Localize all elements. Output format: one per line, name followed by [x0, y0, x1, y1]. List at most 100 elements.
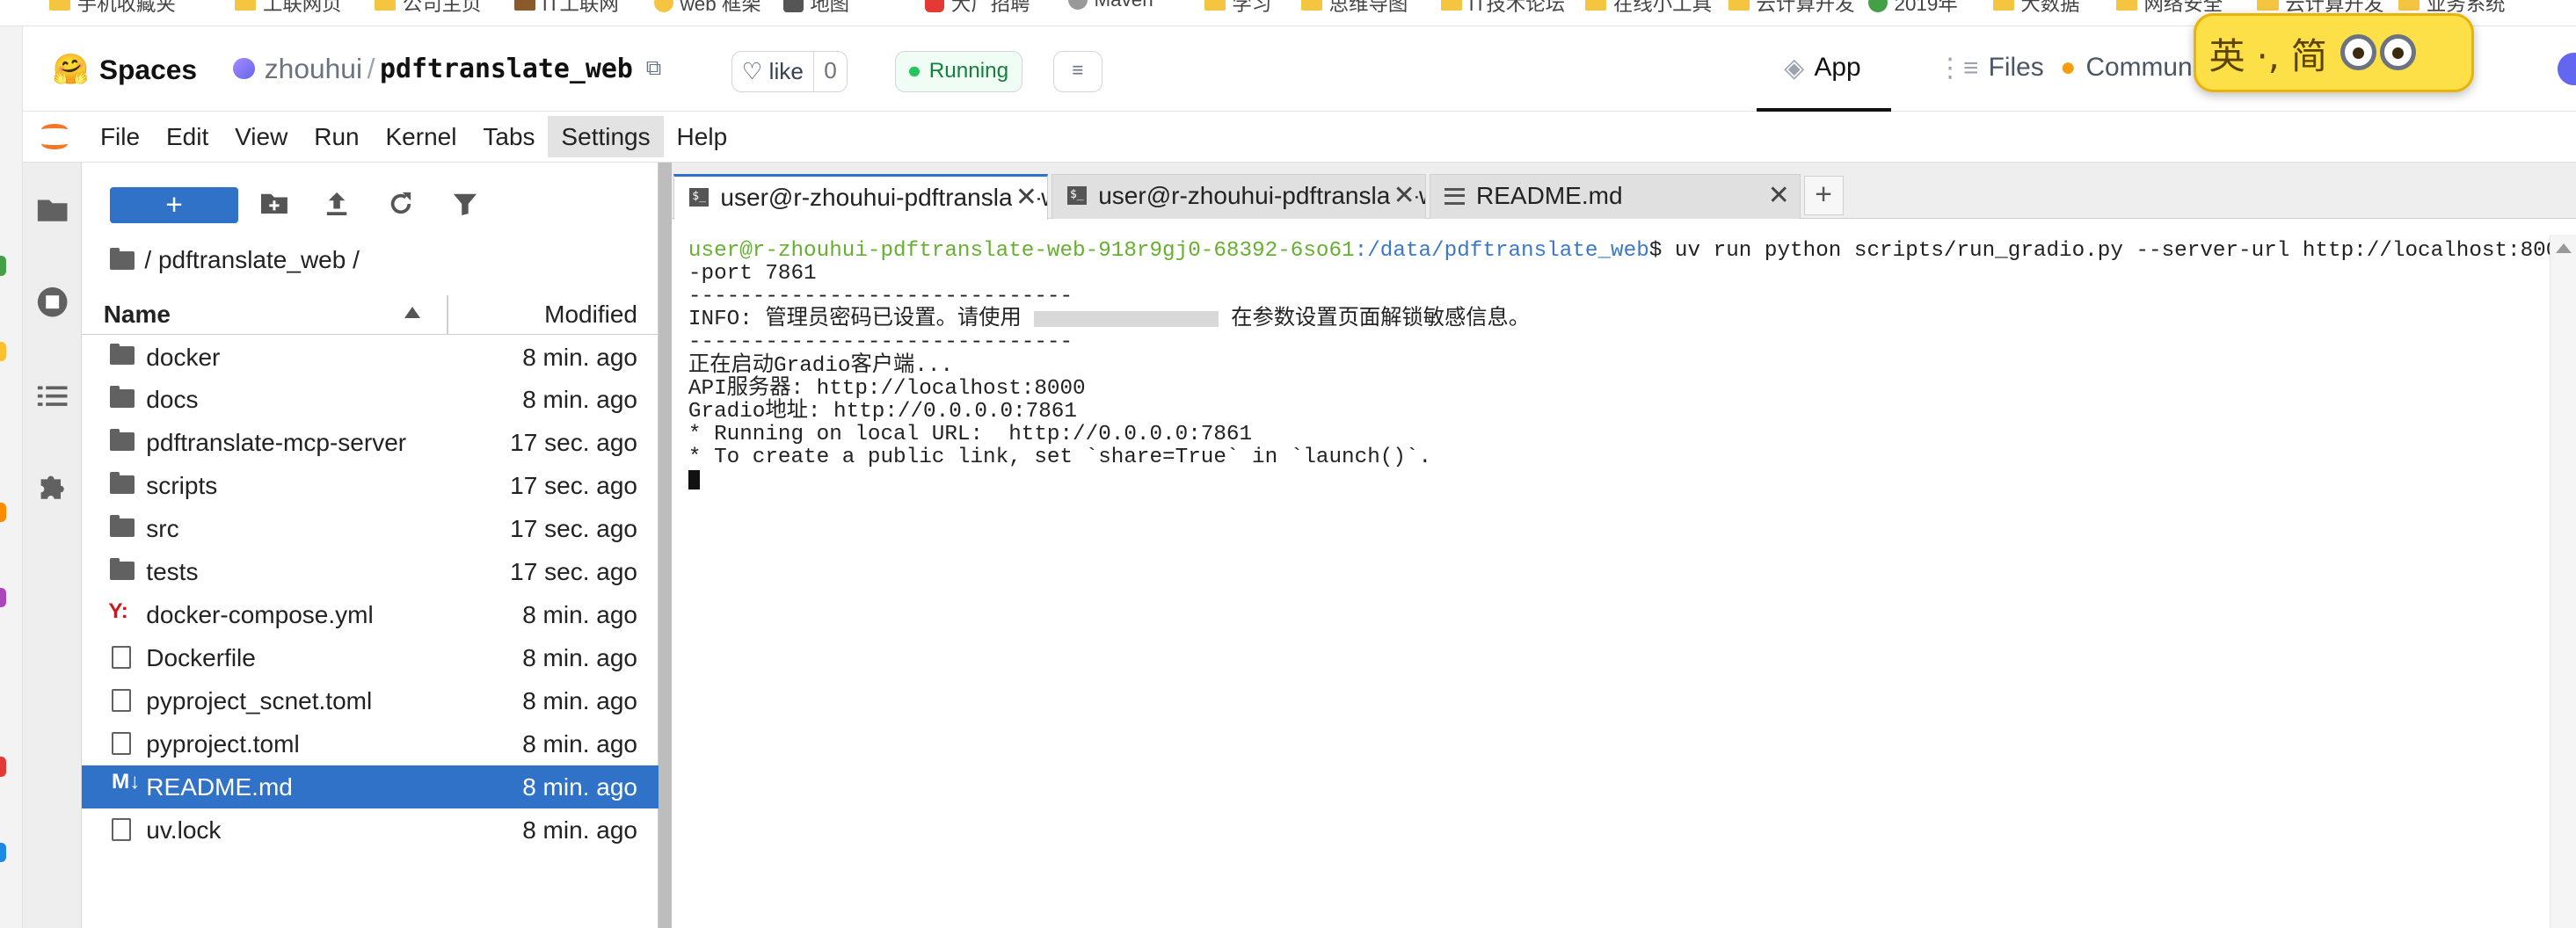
file-icon — [112, 689, 132, 713]
scroll-up-icon[interactable] — [2555, 243, 2572, 253]
file-browser-icon[interactable] — [36, 193, 69, 226]
rail-app-icon[interactable] — [0, 842, 7, 862]
menu-file[interactable]: File — [87, 116, 153, 157]
input-method-toolbar[interactable]: 英 ·, 简 — [2193, 12, 2475, 92]
table-of-contents-icon[interactable] — [36, 380, 69, 412]
list-item[interactable]: src 17 sec. ago — [82, 507, 659, 550]
column-name-header[interactable]: Name — [104, 301, 171, 329]
tab-terminal-2[interactable]: $_ user@r-zhouhui-pdftranslate-web ✕ — [1051, 174, 1426, 219]
bookmark[interactable]: 在线小工具 — [1585, 0, 1712, 17]
menu-settings[interactable]: Settings — [548, 116, 664, 157]
bookmark[interactable]: 大数据 — [1992, 0, 2080, 17]
menu-kernel[interactable]: Kernel — [373, 116, 470, 157]
list-item-selected[interactable]: M↓ README.md 8 min. ago — [82, 765, 659, 808]
column-divider[interactable] — [447, 295, 449, 336]
list-item[interactable]: scripts 17 sec. ago — [82, 464, 659, 507]
folder-icon — [235, 0, 257, 11]
terminal-output[interactable]: user@r-zhouhui-pdftranslate-web-918r9gj0… — [688, 238, 2572, 913]
menu-run[interactable]: Run — [301, 116, 372, 157]
bookmark[interactable]: 手机收藏夹 — [49, 0, 176, 17]
tab-app[interactable]: ◈ App — [1784, 53, 1860, 83]
list-item[interactable]: pyproject.toml 8 min. ago — [82, 722, 659, 765]
bookmark[interactable]: 2019年 — [1867, 0, 1958, 17]
command-line: $ uv run python scripts/run_gradio.py --… — [1648, 238, 2576, 263]
community-icon: ● — [2060, 52, 2077, 82]
bookmark[interactable]: 大厂招聘 — [925, 0, 1030, 17]
upload-icon[interactable] — [322, 191, 352, 221]
menu-tabs[interactable]: Tabs — [469, 116, 548, 157]
rail-app-icon[interactable] — [0, 256, 7, 276]
bookmark[interactable]: Maven — [1067, 0, 1153, 11]
folder-icon — [1992, 0, 2014, 11]
left-activity-bar — [23, 162, 83, 928]
list-item[interactable]: pdftranslate-mcp-server 17 sec. ago — [82, 421, 659, 464]
breadcrumb[interactable]: / pdftranslate_web / — [110, 246, 360, 274]
status-badge[interactable]: Running — [895, 50, 1023, 92]
filter-icon[interactable] — [450, 191, 480, 221]
bookmark[interactable]: web 框架 — [653, 0, 761, 17]
menu-help[interactable]: Help — [664, 116, 741, 157]
menu-edit[interactable]: Edit — [153, 116, 222, 157]
tab-terminal-1[interactable]: $_ user@r-zhouhui-pdftranslate-web ✕ — [673, 174, 1049, 221]
output-line: Gradio地址: http://0.0.0.0:7861 — [688, 399, 1077, 424]
bookmark[interactable]: 地图 — [783, 0, 849, 17]
like-button[interactable]: ♡ like 0 — [731, 50, 848, 92]
account-avatar[interactable] — [2558, 52, 2576, 86]
new-launcher-button[interactable]: + — [110, 187, 238, 224]
menu-view[interactable]: View — [222, 116, 301, 157]
close-icon[interactable]: ✕ — [1389, 179, 1415, 211]
bookmark[interactable]: 云计算开发 — [1728, 0, 1855, 17]
bookmark[interactable]: 工联网页 — [235, 0, 342, 17]
running-sessions-icon[interactable] — [36, 286, 69, 318]
bookmark[interactable]: IT工联网 — [513, 0, 619, 17]
folder-icon — [110, 248, 135, 270]
bookmark[interactable]: 思维导图 — [1300, 0, 1408, 17]
rail-app-icon[interactable] — [0, 757, 7, 777]
file-icon — [112, 646, 132, 670]
close-icon[interactable]: ✕ — [1764, 179, 1790, 211]
site-icon — [925, 0, 945, 13]
like-count: 0 — [813, 51, 847, 91]
panel-splitter[interactable] — [659, 162, 673, 928]
list-item[interactable]: uv.lock 8 min. ago — [82, 808, 659, 852]
list-item[interactable]: Dockerfile 8 min. ago — [82, 636, 659, 679]
list-item[interactable]: tests 17 sec. ago — [82, 550, 659, 593]
file-icon — [112, 817, 132, 842]
yaml-file-icon: Y: — [108, 599, 128, 624]
column-modified-header[interactable]: Modified — [544, 301, 637, 329]
main-dock-panel: $_ user@r-zhouhui-pdftranslate-web ✕ $_ … — [672, 162, 2576, 928]
list-item[interactable]: pyproject_scnet.toml 8 min. ago — [82, 679, 659, 722]
bookmark[interactable]: IT技术论坛 — [1440, 0, 1565, 17]
logs-button[interactable]: ≡ — [1052, 50, 1102, 92]
space-owner-link[interactable]: zhouhui — [265, 53, 362, 85]
rail-app-icon[interactable] — [0, 587, 7, 608]
copy-icon[interactable]: ⧉ — [646, 56, 661, 81]
list-item[interactable]: Y: docker-compose.yml 8 min. ago — [82, 593, 659, 636]
terminal-scrollbar[interactable] — [2550, 235, 2576, 928]
site-icon — [1067, 0, 1088, 11]
rail-app-icon[interactable] — [0, 502, 7, 523]
bookmark[interactable]: 公司主页 — [375, 0, 481, 17]
output-line: 正在启动Gradio客户端... — [688, 353, 954, 378]
terminal-cursor — [688, 469, 700, 490]
refresh-icon[interactable] — [386, 191, 416, 221]
space-name-link[interactable]: pdftranslate_web — [380, 54, 633, 84]
rail-app-icon[interactable] — [0, 341, 7, 362]
list-item[interactable]: docker 8 min. ago — [82, 335, 659, 378]
tab-files[interactable]: ⋮≡ Files — [1937, 53, 2044, 83]
new-folder-icon[interactable] — [259, 191, 289, 221]
close-icon[interactable]: ✕ — [1012, 181, 1037, 213]
folder-icon — [110, 429, 135, 451]
site-icon — [1867, 0, 1888, 13]
spaces-link[interactable]: 🤗 Spaces — [53, 53, 197, 87]
prompt-user: user@r-zhouhui-pdftranslate-web-918r9gj0… — [688, 238, 1355, 263]
list-item[interactable]: docs 8 min. ago — [82, 378, 659, 421]
heart-icon: ♡ — [741, 57, 763, 84]
bookmark[interactable]: 学习 — [1204, 0, 1271, 17]
output-line: * Running on local URL: http://0.0.0.0:7… — [688, 423, 1253, 447]
add-tab-button[interactable]: + — [1803, 175, 1844, 215]
sort-ascending-icon[interactable] — [404, 307, 420, 319]
tab-readme[interactable]: README.md ✕ — [1429, 174, 1801, 219]
extensions-icon[interactable] — [36, 471, 69, 504]
terminal-icon: $_ — [688, 188, 709, 207]
